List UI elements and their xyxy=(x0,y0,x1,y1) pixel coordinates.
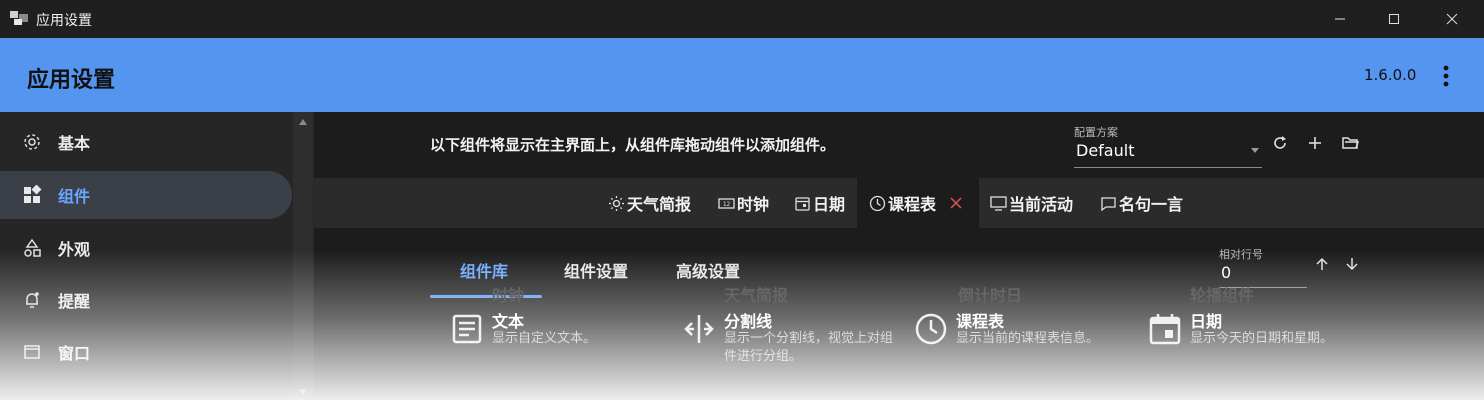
library-item-schedule[interactable]: 课程表 显示当前的课程表信息。 xyxy=(914,308,1134,368)
profile-caption: 配置方案 xyxy=(1074,126,1118,139)
sidebar-item-widgets[interactable]: 组件 xyxy=(0,171,292,219)
library-item-text[interactable]: 文本 显示自定义文本。 xyxy=(450,308,670,368)
scroll-down-icon[interactable] xyxy=(298,388,308,396)
widget-chip-label: 课程表 xyxy=(888,195,937,214)
chevron-down-icon xyxy=(1251,148,1259,153)
library-item-partial: 轮播组件 xyxy=(1190,286,1255,305)
widget-chip-label: 天气简报 xyxy=(627,195,692,214)
sidebar-scrollbar[interactable] xyxy=(293,112,313,400)
tab-widget-library[interactable]: 组件库 xyxy=(460,258,508,282)
main-panel: 以下组件将显示在主界面上，从组件库拖动组件以添加组件。 配置方案 Default… xyxy=(314,112,1484,400)
sidebar-item-basic[interactable]: 基本 xyxy=(0,118,292,166)
widget-chip-label: 日期 xyxy=(813,195,846,214)
clock-icon xyxy=(915,313,947,345)
sidebar-item-window[interactable]: 窗口 xyxy=(0,328,292,376)
monitor-icon xyxy=(990,195,1007,211)
library-item-partial: 天气简报 xyxy=(724,286,789,305)
widget-chip-weather[interactable]: 天气简报 xyxy=(608,178,691,228)
remove-widget-icon[interactable] xyxy=(950,197,962,209)
sidebar-item-appearance[interactable]: 外观 xyxy=(0,224,292,272)
library-item-name: 分割线 xyxy=(724,312,773,331)
arrow-up-icon[interactable] xyxy=(1314,256,1330,272)
sidebar-item-label: 组件 xyxy=(58,187,91,206)
scroll-up-icon[interactable] xyxy=(298,118,308,126)
maximize-icon xyxy=(1389,14,1399,24)
library-item-desc: 显示当前的课程表信息。 xyxy=(956,331,1100,346)
minimize-icon xyxy=(1335,18,1345,20)
close-icon xyxy=(1446,13,1458,25)
clock-digital-icon: 12 xyxy=(718,197,735,209)
tab-advanced-settings[interactable]: 高级设置 xyxy=(676,258,740,282)
sidebar-item-label: 基本 xyxy=(58,134,91,153)
library-item-separator[interactable]: 分割线 显示一个分割线，视觉上对组件进行分组。 xyxy=(682,308,902,368)
widget-chip-schedule[interactable]: 课程表 xyxy=(857,178,979,228)
bell-icon xyxy=(26,292,39,308)
library-item-desc: 显示一个分割线，视觉上对组件进行分组。 xyxy=(724,331,894,364)
widget-chip-current-activity[interactable]: 当前活动 xyxy=(990,178,1073,228)
library-item-date[interactable]: 日期 显示今天的日期和星期。 xyxy=(1148,308,1368,368)
folder-open-icon[interactable] xyxy=(1341,134,1359,152)
sidebar-item-label: 提醒 xyxy=(58,292,91,311)
app-header: 应用设置 1.6.0.0 xyxy=(0,38,1484,112)
active-tab-indicator xyxy=(430,295,542,298)
version-label: 1.6.0.0 xyxy=(1364,66,1417,84)
profile-select[interactable]: 配置方案 Default xyxy=(1074,122,1262,168)
refresh-icon[interactable] xyxy=(1271,134,1289,152)
arrow-down-icon[interactable] xyxy=(1344,256,1360,272)
widgets-icon xyxy=(24,185,42,203)
svg-text:12: 12 xyxy=(723,201,731,208)
sun-icon xyxy=(609,195,624,211)
library-item-name: 课程表 xyxy=(956,312,1005,331)
widget-chip-quote[interactable]: 名句一言 xyxy=(1100,178,1183,228)
more-options-icon[interactable] xyxy=(1436,62,1456,90)
widget-chip-label: 时钟 xyxy=(737,195,770,214)
row-field-caption: 相对行号 xyxy=(1219,248,1263,261)
tab-widget-settings[interactable]: 组件设置 xyxy=(564,258,628,282)
instruction-text: 以下组件将显示在主界面上，从组件库拖动组件以添加组件。 xyxy=(430,136,836,154)
widget-chip-clock[interactable]: 12 时钟 xyxy=(718,178,769,228)
sidebar-item-label: 外观 xyxy=(58,240,91,259)
add-icon[interactable] xyxy=(1306,134,1324,152)
text-icon xyxy=(452,314,482,344)
clock-icon xyxy=(869,195,886,211)
calendar-icon xyxy=(795,196,810,211)
library-item-name: 文本 xyxy=(492,312,525,331)
row-field-value: 0 xyxy=(1221,263,1232,282)
sidebar-item-label: 窗口 xyxy=(58,344,91,363)
comment-icon xyxy=(1101,196,1116,211)
minimize-button[interactable] xyxy=(1312,0,1368,38)
sidebar-item-reminders[interactable]: 提醒 xyxy=(0,276,292,324)
close-window-button[interactable] xyxy=(1424,0,1480,38)
sidebar: 基本 组件 外观 提醒 窗口 xyxy=(0,112,314,400)
title-bar: 应用设置 xyxy=(0,0,1484,38)
library-item-partial: 时钟 xyxy=(492,286,525,305)
profile-value: Default xyxy=(1076,141,1135,160)
gear-icon xyxy=(24,134,40,150)
separator-icon xyxy=(684,315,714,343)
library-item-partial: 倒计时日 xyxy=(958,286,1023,305)
page-title: 应用设置 xyxy=(27,68,116,93)
window-icon xyxy=(24,345,40,359)
calendar-icon xyxy=(1149,314,1181,345)
widget-chip-label: 当前活动 xyxy=(1009,195,1074,214)
widget-chip-date[interactable]: 日期 xyxy=(794,178,845,228)
shapes-icon xyxy=(24,238,41,257)
app-icon xyxy=(10,11,28,25)
library-item-desc: 显示今天的日期和星期。 xyxy=(1190,331,1334,346)
widget-chip-label: 名句一言 xyxy=(1119,195,1184,214)
window-title: 应用设置 xyxy=(36,13,92,29)
active-widgets-strip: 天气简报 12 时钟 日期 课程表 当前活动 名句一言 xyxy=(314,178,1484,228)
library-item-desc: 显示自定义文本。 xyxy=(492,331,597,346)
maximize-button[interactable] xyxy=(1366,0,1422,38)
library-item-name: 日期 xyxy=(1190,312,1223,331)
